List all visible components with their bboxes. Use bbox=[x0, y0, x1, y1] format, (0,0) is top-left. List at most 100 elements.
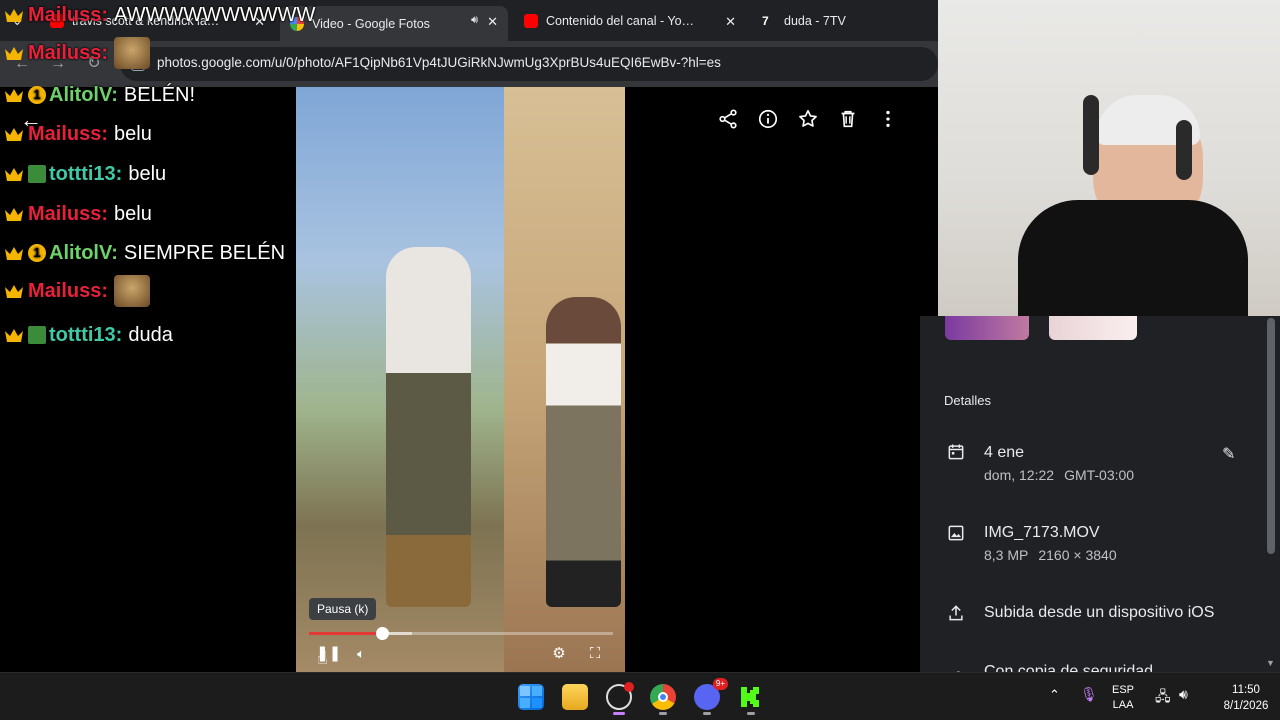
lang-code: ESP bbox=[1112, 684, 1135, 696]
network-icon[interactable]: 🖧︎ bbox=[1155, 686, 1171, 710]
chat-username[interactable]: Mailuss: bbox=[28, 280, 108, 303]
pause-tooltip: Pausa (k) bbox=[309, 598, 377, 620]
microphone-icon[interactable]: 🎙︎ bbox=[1080, 686, 1098, 703]
show-hidden-icons-icon[interactable]: ⌃ bbox=[1049, 687, 1060, 703]
chat-text: belu bbox=[114, 202, 152, 225]
kick-running-indicator bbox=[747, 712, 755, 715]
discord-icon[interactable]: 9+ bbox=[694, 678, 728, 710]
crown-badge-icon bbox=[4, 327, 24, 343]
chat-message: Mailuss: bbox=[4, 37, 151, 69]
webcam-headphone-left bbox=[1083, 95, 1099, 175]
input-language[interactable]: ESP LAA bbox=[1112, 683, 1134, 713]
clock-time: 11:50 bbox=[1232, 684, 1260, 696]
progress-knob[interactable] bbox=[376, 627, 389, 640]
backup-cloud-icon: ☁︎ bbox=[947, 662, 965, 672]
edit-pencil-icon[interactable]: ✎ bbox=[1222, 444, 1235, 464]
tab-title: duda - 7TV bbox=[784, 14, 846, 28]
fullscreen-icon[interactable]: ⛶ bbox=[585, 644, 605, 664]
recording-dot bbox=[624, 682, 634, 692]
screen: ← Pausa (k) ❚❚ 🔈︎ ⚙︎ ⛶ ☝︎ ▼ Detalles 4 e… bbox=[0, 0, 1280, 720]
settings-icon[interactable]: ⚙︎ bbox=[549, 644, 569, 664]
obs-icon[interactable] bbox=[606, 682, 634, 710]
webcam-shirt bbox=[1018, 200, 1248, 316]
chat-overlay: Mailuss: AWWWWWWWWWW Mailuss: 1 AlitolV: BELÉ… bbox=[0, 0, 315, 360]
clock-date: 8/1/2026 bbox=[1223, 700, 1269, 712]
date-day: dom, 12:22 bbox=[984, 467, 1055, 483]
speaker-icon[interactable]: 🔊︎ bbox=[1179, 686, 1188, 703]
7tv-favicon-icon: 7 bbox=[762, 14, 769, 28]
star-icon[interactable] bbox=[796, 108, 820, 132]
chat-message: 1 AlitolV: BELÉN! bbox=[4, 80, 195, 110]
progress-played bbox=[309, 632, 382, 635]
crown-badge-icon bbox=[4, 45, 24, 61]
volume-icon[interactable]: 🔈︎ bbox=[351, 644, 371, 664]
chat-message: 1 AlitolV: SIEMPRE BELÉN bbox=[4, 238, 285, 268]
crown-badge-icon bbox=[4, 87, 24, 103]
file-name: IMG_7173.MOV bbox=[984, 524, 1100, 541]
discord-running-indicator bbox=[703, 712, 711, 715]
chat-username[interactable]: Mailuss: bbox=[28, 42, 108, 65]
sub-badge-icon: 1 bbox=[28, 244, 46, 262]
tab-7tv[interactable]: 7 duda - 7TV bbox=[752, 6, 932, 36]
chat-username[interactable]: tottti13: bbox=[49, 163, 122, 186]
upload-icon bbox=[945, 603, 967, 628]
close-tab-icon[interactable]: ✕ bbox=[725, 14, 736, 30]
chat-username[interactable]: Mailuss: bbox=[28, 4, 108, 27]
chat-message: Mailuss: bbox=[4, 275, 151, 307]
webcam-overlay bbox=[938, 0, 1280, 316]
kick-icon[interactable] bbox=[738, 684, 764, 710]
discord-notification-badge: 9+ bbox=[712, 678, 728, 690]
date-timezone: GMT-03:00 bbox=[1064, 467, 1135, 483]
chat-message: tottti13: belu bbox=[4, 159, 166, 189]
file-explorer-icon[interactable] bbox=[562, 684, 588, 710]
crown-badge-icon bbox=[4, 7, 24, 23]
related-thumbnail[interactable] bbox=[1049, 316, 1137, 340]
calendar-icon bbox=[945, 442, 967, 467]
chrome-icon[interactable] bbox=[650, 684, 676, 710]
webcam-headphone-right bbox=[1176, 120, 1192, 180]
date-main: 4 ene bbox=[984, 444, 1025, 461]
chat-message: Mailuss: belu bbox=[4, 199, 152, 229]
crown-badge-icon bbox=[4, 283, 24, 299]
chat-emote-icon bbox=[114, 37, 151, 69]
file-resolution: 2160 × 3840 bbox=[1038, 547, 1117, 563]
chat-username[interactable]: Mailuss: bbox=[28, 123, 108, 146]
chat-text: duda bbox=[128, 323, 173, 346]
details-scrollbar[interactable] bbox=[1267, 318, 1275, 554]
chat-text: BELÉN! bbox=[123, 83, 196, 106]
tab-title: Contenido del canal - YouTube bbox=[546, 14, 696, 28]
video-progress-bar[interactable] bbox=[309, 627, 613, 640]
chat-username[interactable]: AlitolV: bbox=[49, 242, 118, 265]
youtube-favicon-icon bbox=[524, 14, 538, 28]
tab-audio-icon[interactable]: 🔊︎ bbox=[471, 14, 478, 27]
chat-username[interactable]: AlitolV: bbox=[49, 84, 118, 107]
obs-running-indicator bbox=[613, 712, 625, 715]
start-windows-icon[interactable] bbox=[518, 684, 544, 710]
chat-text: belu bbox=[114, 122, 152, 145]
share-icon[interactable] bbox=[716, 108, 740, 132]
scroll-down-arrow-icon[interactable]: ▼ bbox=[1266, 658, 1275, 668]
chat-message: Mailuss: belu bbox=[4, 119, 152, 149]
chat-username[interactable]: Mailuss: bbox=[28, 203, 108, 226]
file-megapixels: 8,3 MP bbox=[984, 547, 1029, 563]
video-person-left bbox=[386, 247, 471, 607]
chat-username[interactable]: tottti13: bbox=[49, 324, 122, 347]
crown-badge-icon bbox=[4, 206, 24, 222]
tab-youtube-studio[interactable]: Contenido del canal - YouTube ✕ bbox=[514, 6, 746, 36]
related-thumbnail[interactable] bbox=[945, 316, 1029, 340]
trash-icon[interactable] bbox=[836, 108, 860, 132]
more-options-icon[interactable] bbox=[876, 108, 900, 132]
chat-text: SIEMPRE BELÉN bbox=[123, 241, 286, 264]
crown-badge-icon bbox=[4, 126, 24, 142]
details-section-title: Detalles bbox=[944, 393, 991, 408]
tab-title: Video - Google Fotos bbox=[312, 16, 430, 31]
backup-status: Con copia de seguridad bbox=[984, 663, 1154, 672]
clock[interactable]: 11:50 8/1/2026 bbox=[1212, 682, 1280, 714]
info-icon[interactable] bbox=[756, 108, 780, 132]
chrome-running-indicator bbox=[659, 712, 667, 715]
creeper-badge-icon bbox=[28, 326, 46, 344]
video-frame[interactable] bbox=[296, 87, 625, 672]
close-tab-icon[interactable]: ✕ bbox=[487, 14, 498, 30]
chat-emote-icon bbox=[114, 275, 151, 307]
chat-message: Mailuss: AWWWWWWWWWW bbox=[4, 0, 315, 30]
